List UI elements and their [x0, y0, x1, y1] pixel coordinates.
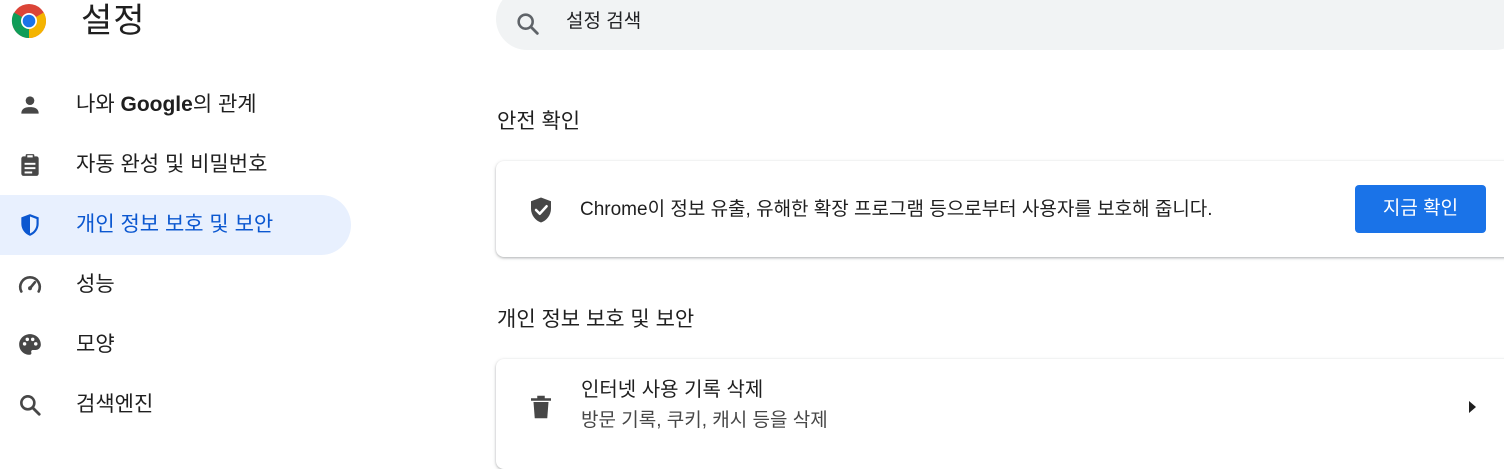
sidebar-item-privacy[interactable]: 개인 정보 보호 및 보안 — [0, 195, 351, 255]
sidebar-item-label: 개인 정보 보호 및 보안 — [76, 213, 274, 236]
speedometer-icon — [18, 275, 42, 293]
shield-check-icon — [531, 197, 551, 223]
page-title: 설정 — [81, 2, 146, 40]
palette-icon — [19, 334, 41, 355]
search-icon — [517, 13, 539, 35]
search-input[interactable]: 설정 검색 — [566, 8, 641, 36]
safety-check-heading: 안전 확인 — [497, 110, 581, 133]
clear-browsing-data-title: 인터넷 사용 기록 삭제 — [581, 379, 764, 401]
person-icon — [21, 96, 39, 114]
sidebar-item-label: 성능 — [76, 273, 115, 296]
chrome-logo-icon — [11, 4, 46, 38]
clipboard-icon — [21, 154, 39, 176]
sidebar-item-label: 나와 Google의 관계 — [76, 93, 257, 116]
clear-browsing-data-row[interactable]: 인터넷 사용 기록 삭제 방문 기록, 쿠키, 캐시 등을 삭제 — [496, 359, 1504, 455]
sidebar-item-appearance[interactable]: 모양 — [0, 315, 351, 375]
shield-icon — [21, 214, 39, 236]
privacy-card: 인터넷 사용 기록 삭제 방문 기록, 쿠키, 캐시 등을 삭제 — [496, 359, 1504, 469]
sidebar-item-label: 검색엔진 — [76, 393, 154, 416]
search-icon — [20, 395, 41, 416]
privacy-heading: 개인 정보 보호 및 보안 — [497, 308, 695, 331]
sidebar-item-search-engine[interactable]: 검색엔진 — [0, 375, 351, 435]
sidebar-item-autofill[interactable]: 자동 완성 및 비밀번호 — [0, 135, 351, 195]
search-bar[interactable]: 설정 검색 — [496, 0, 1504, 50]
safety-check-card: Chrome이 정보 유출, 유해한 확장 프로그램 등으로부터 사용자를 보호… — [496, 161, 1504, 257]
check-now-button[interactable]: 지금 확인 — [1355, 185, 1486, 233]
trash-icon — [531, 395, 551, 419]
sidebar-item-you-and-google[interactable]: 나와 Google의 관계 — [0, 75, 351, 135]
sidebar-item-label: 모양 — [76, 333, 115, 356]
sidebar-item-label: 자동 완성 및 비밀번호 — [76, 153, 268, 176]
arrow-right-icon — [1469, 401, 1476, 413]
clear-browsing-data-subtitle: 방문 기록, 쿠키, 캐시 등을 삭제 — [581, 410, 828, 431]
safety-check-description: Chrome이 정보 유출, 유해한 확장 프로그램 등으로부터 사용자를 보호… — [580, 199, 1213, 220]
sidebar-item-performance[interactable]: 성능 — [0, 255, 351, 315]
